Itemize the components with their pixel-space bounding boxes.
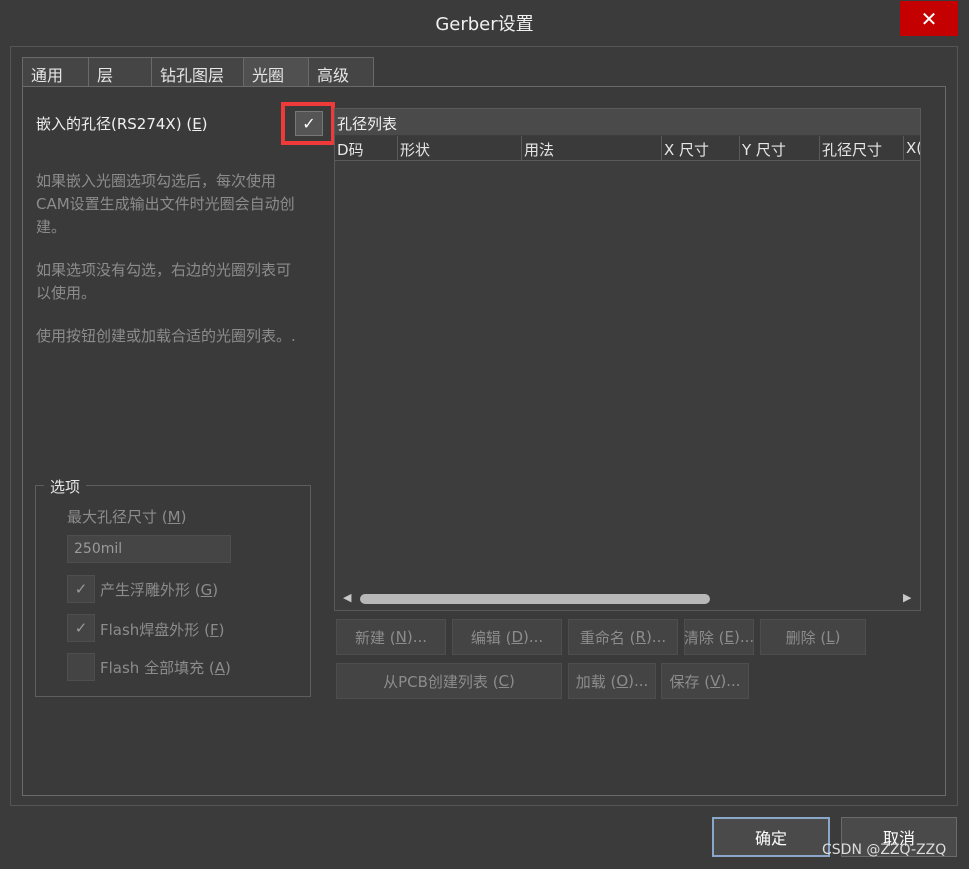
tab-bar: 通用 层 钻孔图层 光圈 高级	[22, 57, 374, 87]
flash-all-fills-label: Flash 全部填充 (A)	[100, 659, 231, 677]
column-header-x-offset[interactable]: X(	[903, 136, 920, 160]
tab-layers[interactable]: 层	[88, 57, 152, 87]
options-group-title: 选项	[44, 476, 87, 497]
edit-button[interactable]: 编辑 (D)...	[452, 619, 562, 655]
clear-button[interactable]: 清除 (E)...	[684, 619, 754, 655]
delete-button[interactable]: 删除 (L)	[760, 619, 866, 655]
watermark: CSDN @ZZQ-ZZQ	[822, 842, 947, 858]
load-button[interactable]: 加载 (O)...	[568, 663, 656, 699]
column-header-y-size[interactable]: Y 尺寸	[739, 136, 819, 160]
tab-advanced[interactable]: 高级	[308, 57, 374, 87]
column-header-hole-size[interactable]: 孔径尺寸	[819, 136, 903, 160]
flash-all-fills-checkbox[interactable]	[67, 653, 95, 681]
new-button[interactable]: 新建 (N)...	[336, 619, 446, 655]
scroll-left-icon[interactable]: ◀	[343, 591, 351, 604]
tab-general[interactable]: 通用	[22, 57, 89, 87]
ok-button[interactable]: 确定	[712, 817, 830, 857]
embedded-apertures-checkbox[interactable]: ✓	[295, 111, 323, 136]
aperture-list-title: 孔径列表	[335, 109, 920, 135]
tab-drill-drawing[interactable]: 钻孔图层	[151, 57, 244, 87]
checkmark-icon: ✓	[74, 580, 88, 598]
scroll-right-icon[interactable]: ▶	[903, 591, 911, 604]
column-header-x-size[interactable]: X 尺寸	[661, 136, 739, 160]
checkmark-icon: ✓	[302, 114, 316, 133]
scrollbar-thumb[interactable]	[360, 594, 710, 604]
help-text-2: 如果选项没有勾选，右边的光圈列表可以使用。	[36, 261, 292, 302]
checkmark-icon: ✓	[74, 619, 88, 637]
rename-button[interactable]: 重命名 (R)...	[568, 619, 678, 655]
tab-apertures[interactable]: 光圈	[243, 57, 309, 87]
max-aperture-label: 最大孔径尺寸 (M)	[67, 508, 187, 526]
relief-shapes-checkbox[interactable]: ✓	[67, 575, 95, 603]
help-text-3: 使用按钮创建或加载合适的光圈列表。.	[36, 327, 296, 345]
relief-shapes-label: 产生浮雕外形 (G)	[100, 581, 219, 599]
embedded-apertures-label: 嵌入的孔径(RS274X) (E)	[36, 115, 208, 133]
column-header-usage[interactable]: 用法	[521, 136, 661, 160]
close-button[interactable]: ✕	[900, 1, 958, 36]
close-icon: ✕	[920, 6, 938, 31]
save-button[interactable]: 保存 (V)...	[661, 663, 749, 699]
flash-pad-shapes-label: Flash焊盘外形 (F)	[100, 621, 225, 639]
window-title: Gerber设置	[435, 14, 534, 35]
column-header-dcode[interactable]: D码	[335, 136, 397, 160]
help-text-1: 如果嵌入光圈选项勾选后，每次使用CAM设置生成输出文件时光圈会自动创建。	[36, 172, 295, 236]
title-bar: Gerber设置	[0, 0, 969, 44]
column-header-shape[interactable]: 形状	[397, 136, 521, 160]
flash-pad-shapes-checkbox[interactable]: ✓	[67, 614, 95, 642]
max-aperture-input[interactable]: 250mil	[67, 535, 231, 563]
aperture-list-header: D码 形状 用法 X 尺寸 Y 尺寸 孔径尺寸 X(	[335, 136, 920, 161]
aperture-list-panel[interactable]	[334, 108, 921, 611]
create-from-pcb-button[interactable]: 从PCB创建列表 (C)	[336, 663, 562, 699]
